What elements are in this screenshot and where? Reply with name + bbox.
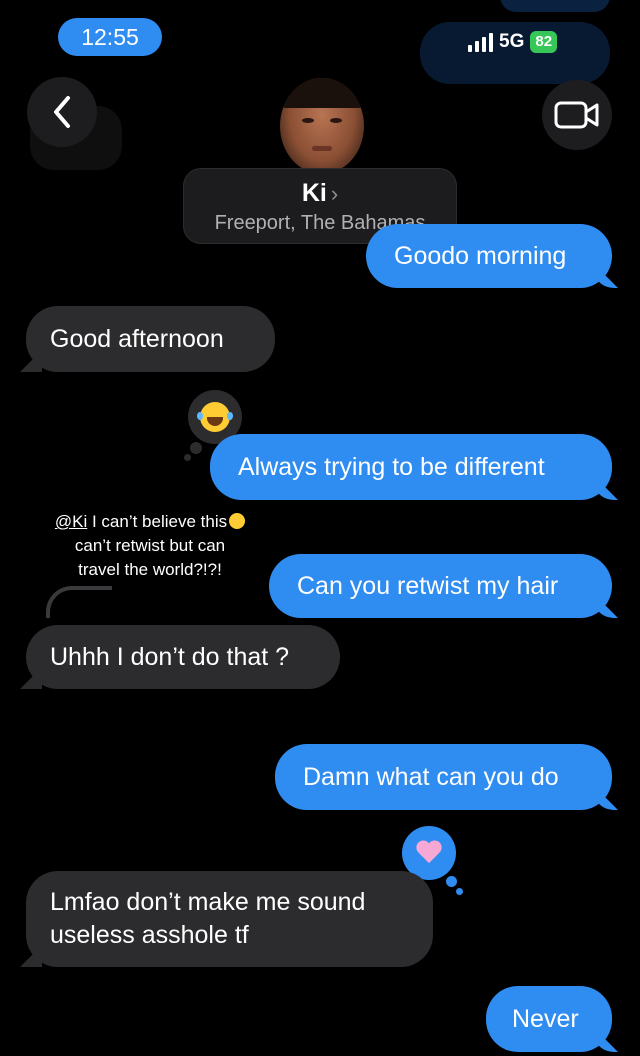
contact-name: Ki › bbox=[301, 179, 339, 207]
message-text: useless asshole tf bbox=[50, 921, 249, 949]
battery-indicator: 82 bbox=[530, 31, 558, 53]
pensive-emoji-icon bbox=[229, 513, 246, 529]
message-bubble-received[interactable]: Uhhh I don’t do that ? bbox=[26, 625, 340, 689]
facetime-button[interactable] bbox=[542, 80, 612, 150]
caption-mention: @Ki bbox=[54, 512, 88, 531]
message-text: Lmfao don’t make me sound bbox=[50, 888, 366, 916]
message-text: Can you retwist my hair bbox=[297, 572, 559, 600]
message-text: Damn what can you do bbox=[303, 763, 559, 791]
status-indicators: 5G 82 bbox=[468, 30, 558, 54]
message-bubble-received[interactable]: Good afternoon bbox=[26, 306, 275, 372]
status-time: 12:55 bbox=[58, 18, 162, 56]
pink-heart-icon bbox=[416, 841, 442, 865]
contact-avatar[interactable] bbox=[280, 78, 364, 174]
video-camera-icon bbox=[554, 101, 599, 129]
message-bubble-sent[interactable]: Goodo morning bbox=[366, 224, 612, 288]
chevron-right-icon: › bbox=[330, 181, 339, 206]
caption-line: can’t retwist but can bbox=[74, 536, 226, 555]
reply-thread-line bbox=[46, 586, 112, 618]
message-text: Never bbox=[512, 1005, 579, 1033]
message-text: Good afternoon bbox=[50, 325, 224, 353]
caption-line: travel the world?!?! bbox=[78, 560, 222, 579]
video-caption: @Ki I can’t believe this can’t retwist b… bbox=[20, 510, 280, 582]
message-text: Uhhh I don’t do that ? bbox=[50, 643, 290, 671]
message-bubble-sent[interactable]: Never bbox=[486, 986, 612, 1052]
message-bubble-sent[interactable]: Can you retwist my hair bbox=[269, 554, 612, 618]
messages-screen: 12:55 5G 82 Ki › Freeport, The Bahamas Go… bbox=[0, 0, 640, 1056]
caption-line: I can’t believe this bbox=[87, 512, 228, 531]
chevron-left-icon bbox=[54, 96, 70, 128]
network-label: 5G bbox=[499, 31, 525, 52]
signal-icon bbox=[468, 32, 493, 52]
laughing-emoji-icon bbox=[197, 402, 230, 432]
message-bubble-sent[interactable]: Damn what can you do bbox=[275, 744, 612, 810]
message-bubble-received[interactable]: Lmfao don’t make me sound useless asshol… bbox=[26, 871, 433, 967]
message-bubble-sent[interactable]: Always trying to be different bbox=[210, 434, 612, 500]
ghost-bubble bbox=[500, 0, 610, 12]
back-button[interactable] bbox=[27, 77, 97, 147]
message-text: Always trying to be different bbox=[238, 453, 545, 481]
message-text: Goodo morning bbox=[394, 242, 567, 270]
